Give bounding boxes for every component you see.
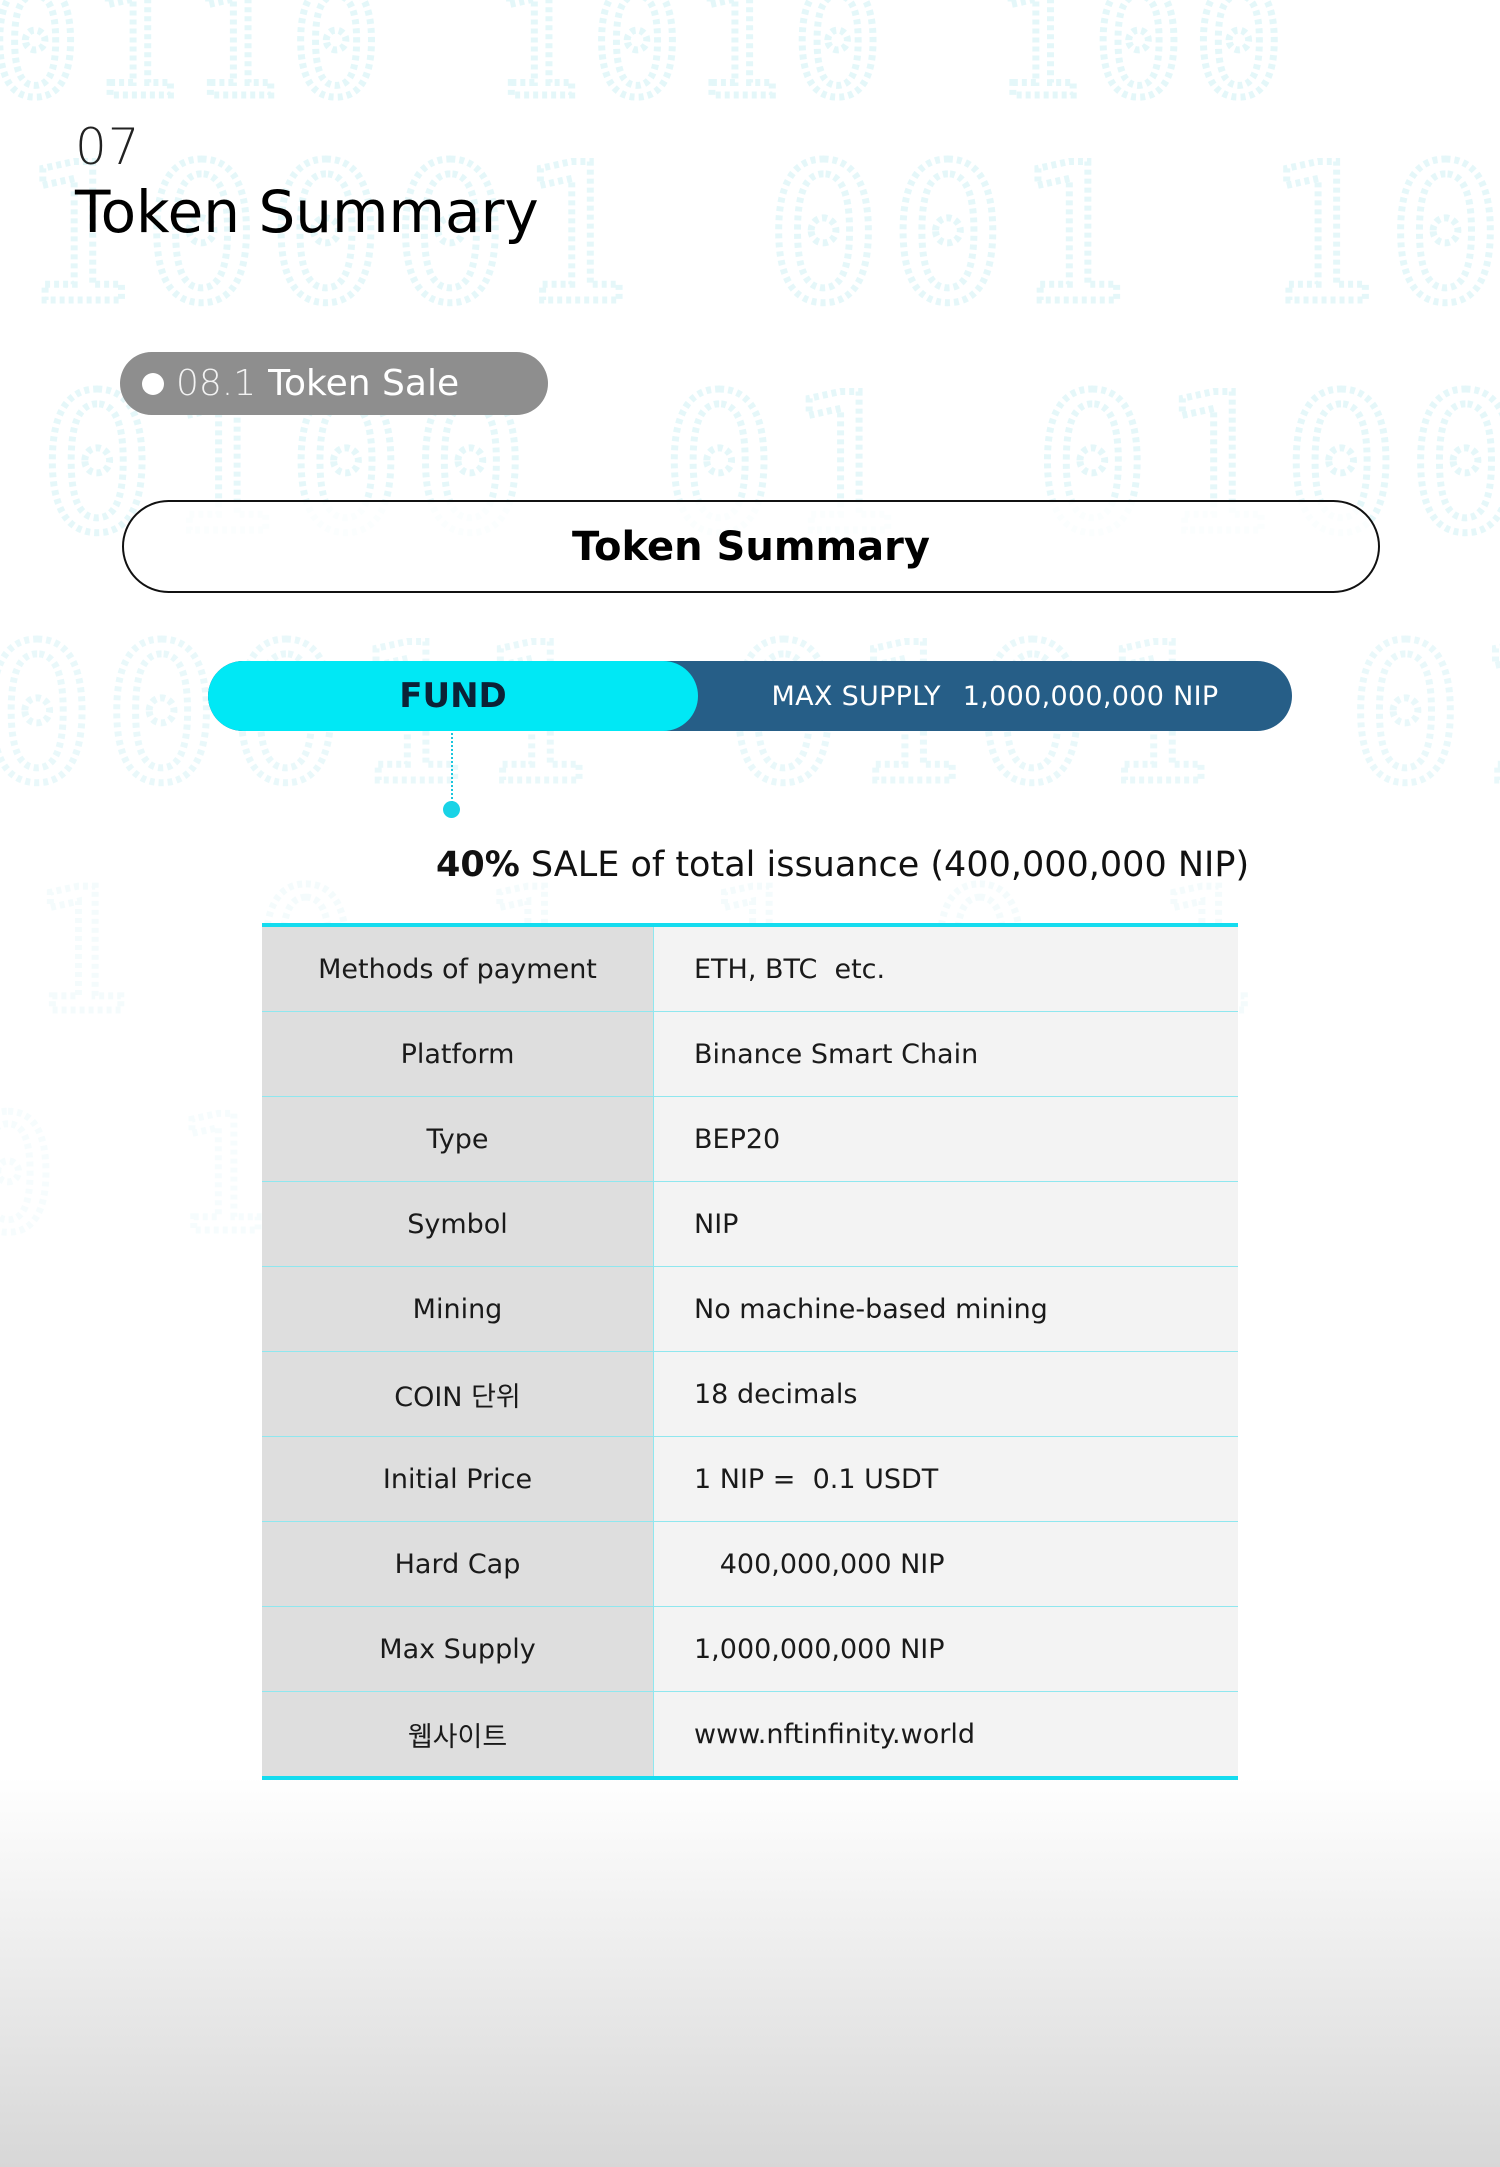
row-value: BEP20 — [653, 1096, 1238, 1182]
row-label: Hard Cap — [262, 1521, 654, 1607]
table-row: Mining No machine-based mining — [262, 1266, 1238, 1352]
page-title: Token Summary — [75, 178, 539, 246]
table-row: Methods of payment ETH, BTC etc. — [262, 925, 1238, 1012]
subsection-pill: 08.1 Token Sale — [120, 352, 548, 415]
row-label: 웹사이트 — [262, 1691, 654, 1778]
row-label: Max Supply — [262, 1606, 654, 1692]
dotted-connector-line — [451, 733, 453, 803]
row-value: No machine-based mining — [653, 1266, 1238, 1352]
fund-bar: FUND MAX SUPPLY 1,000,000,000 NIP — [208, 661, 1292, 731]
table-row: Hard Cap 400,000,000 NIP — [262, 1521, 1238, 1607]
token-summary-banner: Token Summary — [122, 500, 1380, 593]
sale-statement: 40% SALE of total issuance (400,000,000 … — [436, 845, 1249, 885]
row-value: 1 NIP = 0.1 USDT — [653, 1436, 1238, 1522]
bullet-dot-icon — [142, 372, 164, 395]
token-spec-table: Methods of payment ETH, BTC etc. Platform B… — [262, 923, 1238, 1780]
table-row: Type BEP20 — [262, 1096, 1238, 1182]
row-label: Symbol — [262, 1181, 654, 1267]
row-value: Binance Smart Chain — [653, 1011, 1238, 1097]
row-label: Methods of payment — [262, 925, 654, 1012]
row-label: Initial Price — [262, 1436, 654, 1522]
row-label: Mining — [262, 1266, 654, 1352]
max-supply-segment: MAX SUPPLY 1,000,000,000 NIP — [698, 661, 1292, 731]
background-digits: 0110 1010 100 — [0, 0, 1294, 131]
subsection-label: Token Sale — [268, 363, 460, 404]
subsection-number: 08.1 — [176, 363, 257, 404]
row-value: NIP — [653, 1181, 1238, 1267]
table-row: Max Supply 1,000,000,000 NIP — [262, 1606, 1238, 1692]
sale-text: SALE of total issuance (400,000,000 NIP) — [530, 845, 1250, 885]
table-row: COIN 단위 18 decimals — [262, 1351, 1238, 1437]
table-row: 웹사이트 www.nftinfinity.world — [262, 1691, 1238, 1778]
section-number: 07 — [75, 118, 141, 176]
sale-percent: 40% — [436, 845, 520, 885]
table-row: Initial Price 1 NIP = 0.1 USDT — [262, 1436, 1238, 1522]
row-value: 400,000,000 NIP — [653, 1521, 1238, 1607]
row-value: 18 decimals — [653, 1351, 1238, 1437]
row-label: COIN 단위 — [262, 1351, 654, 1437]
row-value: ETH, BTC etc. — [653, 925, 1238, 1012]
fund-segment: FUND — [208, 661, 698, 731]
row-label: Platform — [262, 1011, 654, 1097]
max-supply-label: MAX SUPPLY — [771, 680, 941, 712]
table-row: Platform Binance Smart Chain — [262, 1011, 1238, 1097]
connector-dot-icon — [443, 801, 460, 818]
row-value: 1,000,000,000 NIP — [653, 1606, 1238, 1692]
row-value: www.nftinfinity.world — [653, 1691, 1238, 1778]
max-supply-value: 1,000,000,000 NIP — [962, 680, 1219, 712]
table-row: Symbol NIP — [262, 1181, 1238, 1267]
row-label: Type — [262, 1096, 654, 1182]
